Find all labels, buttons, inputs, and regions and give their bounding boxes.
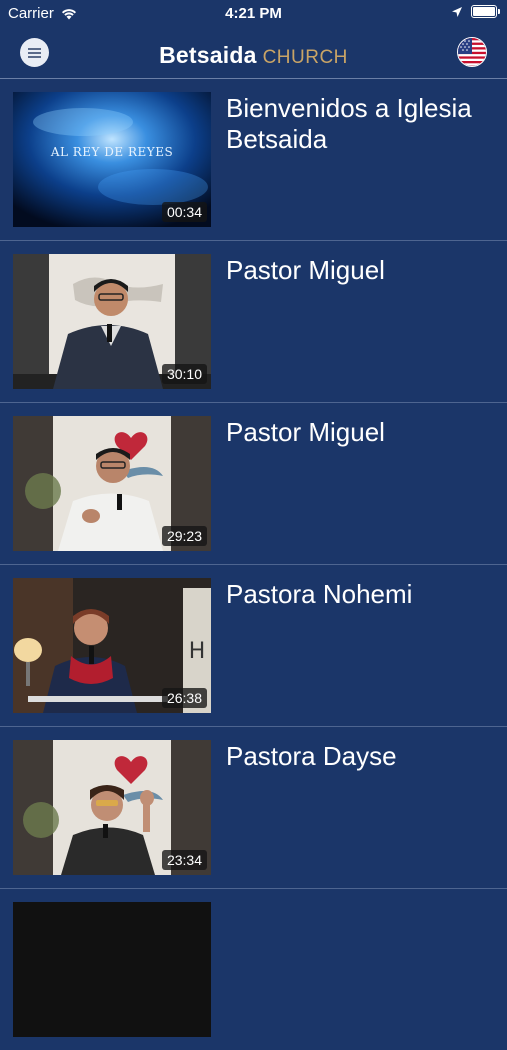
status-bar: Carrier 4:21 PM bbox=[0, 0, 507, 28]
video-duration: 26:38 bbox=[161, 688, 207, 708]
video-list: AL REY DE REYES 00:34 Bienvenidos a Igle… bbox=[0, 79, 507, 1050]
video-title[interactable]: Pastor Miguel bbox=[226, 255, 496, 286]
video-list-item[interactable]: AL REY DE REYES 00:34 Bienvenidos a Igle… bbox=[0, 79, 507, 241]
video-thumbnail[interactable]: 29:23 bbox=[13, 416, 211, 551]
video-thumbnail[interactable]: 23:34 bbox=[13, 740, 211, 875]
video-duration: 30:10 bbox=[161, 364, 207, 384]
brand-name: Betsaida bbox=[159, 42, 257, 68]
video-duration: 00:34 bbox=[161, 202, 207, 222]
video-duration: 29:23 bbox=[161, 526, 207, 546]
video-thumbnail[interactable]: H 26:38 bbox=[13, 578, 211, 713]
location-arrow-icon bbox=[452, 6, 462, 17]
video-thumbnail[interactable] bbox=[13, 902, 211, 1037]
background-sign-letter: H bbox=[189, 639, 206, 664]
video-list-item[interactable]: 30:10 Pastor Miguel bbox=[0, 241, 507, 403]
video-list-item-partial[interactable] bbox=[0, 889, 507, 1050]
video-title[interactable]: Bienvenidos a Iglesia Betsaida bbox=[226, 93, 496, 155]
video-title[interactable]: Pastora Nohemi bbox=[226, 579, 496, 610]
status-time: 4:21 PM bbox=[225, 5, 282, 22]
video-thumbnail[interactable]: AL REY DE REYES 00:34 bbox=[13, 92, 211, 227]
thumbnail-overlay-text: AL REY DE REYES bbox=[50, 145, 173, 159]
video-list-item[interactable]: H 26:38 Pastora Nohemi bbox=[0, 565, 507, 727]
video-duration: 23:34 bbox=[161, 850, 207, 870]
status-right-group bbox=[451, 5, 500, 18]
video-thumbnail[interactable]: 30:10 bbox=[13, 254, 211, 389]
video-list-item[interactable]: 23:34 Pastora Dayse bbox=[0, 727, 507, 889]
language-button[interactable] bbox=[457, 37, 487, 67]
brand-logo: Betsaida CHURCH bbox=[0, 42, 507, 69]
brand-suffix: CHURCH bbox=[262, 47, 348, 68]
battery-icon bbox=[471, 5, 500, 18]
video-title[interactable]: Pastora Dayse bbox=[226, 741, 496, 772]
nav-bar: Betsaida CHURCH bbox=[0, 28, 507, 79]
video-title[interactable]: Pastor Miguel bbox=[226, 417, 496, 448]
video-list-item[interactable]: 29:23 Pastor Miguel bbox=[0, 403, 507, 565]
